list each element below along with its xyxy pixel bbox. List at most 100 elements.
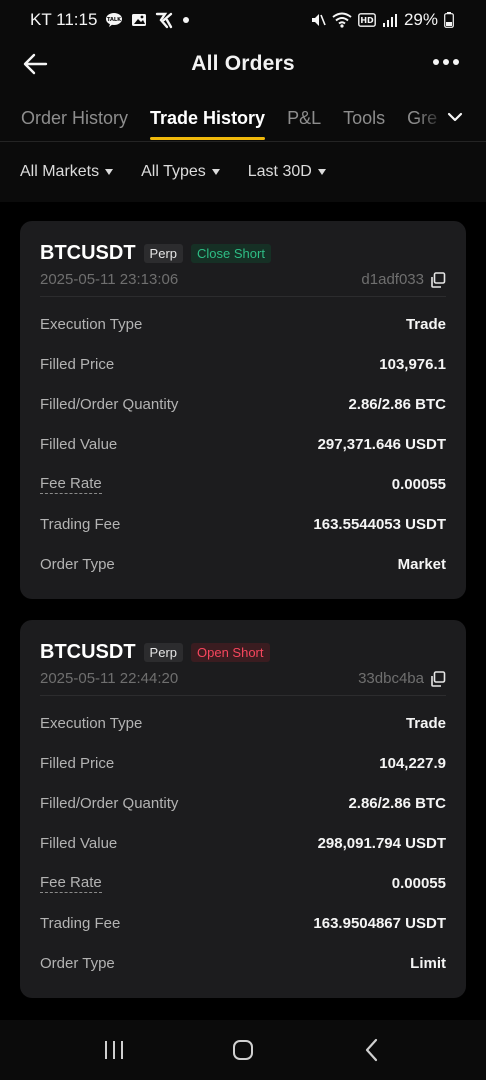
- filter-markets[interactable]: All Markets: [20, 163, 114, 181]
- field-label: Filled Price: [40, 754, 115, 772]
- field-value: 103,976.1: [379, 355, 446, 373]
- recent-apps-icon: [105, 1041, 124, 1059]
- signal-icon: [382, 13, 398, 27]
- app-header: All Orders: [0, 40, 486, 96]
- copy-icon: [431, 271, 446, 288]
- filter-period-label: Last 30D: [247, 163, 312, 180]
- more-notifications-dot: [183, 17, 190, 23]
- field-value: 163.9504867 USDT: [313, 914, 446, 932]
- field-value: Trade: [405, 714, 446, 732]
- svg-text:HD: HD: [360, 16, 374, 25]
- trade-datetime: 2025-05-11 23:13:06: [40, 271, 179, 288]
- arrow-left-icon: [23, 53, 48, 75]
- chevron-down-icon: [447, 112, 463, 122]
- app-notification-icon: [155, 11, 173, 29]
- field-fee-rate: Fee Rate 0.00055: [40, 863, 446, 903]
- field-label: Filled Value: [40, 435, 118, 453]
- field-value: Trade: [405, 315, 446, 333]
- field-value: 0.00055: [391, 475, 446, 493]
- order-id-copy[interactable]: d1adf033: [361, 271, 446, 288]
- field-value: 0.00055: [391, 874, 446, 892]
- field-label: Trading Fee: [40, 515, 121, 533]
- trade-datetime: 2025-05-11 22:44:20: [40, 670, 179, 687]
- side-badge: Close Short: [191, 243, 271, 263]
- svg-text:TALK: TALK: [107, 17, 122, 23]
- caret-down-icon: [105, 169, 114, 175]
- caret-down-icon: [317, 169, 326, 175]
- field-value: 163.5544053 USDT: [313, 515, 446, 533]
- recent-apps-button[interactable]: [94, 1030, 134, 1070]
- field-filled-quantity: Filled/Order Quantity 2.86/2.86 BTC: [40, 783, 446, 823]
- contract-badge: Perp: [143, 243, 184, 263]
- wifi-icon: [332, 12, 352, 28]
- field-value: Limit: [410, 954, 446, 972]
- field-trading-fee: Trading Fee 163.9504867 USDT: [40, 903, 446, 943]
- field-label: Filled Price: [40, 355, 115, 373]
- order-id-copy[interactable]: 33dbc4ba: [358, 670, 446, 687]
- battery-percent: 29%: [403, 10, 438, 29]
- trade-card[interactable]: BTCUSDT Perp Close Short 2025-05-11 23:1…: [20, 221, 466, 599]
- field-value: Market: [397, 555, 446, 573]
- more-dots-icon: [433, 59, 459, 65]
- field-value: 297,371.646 USDT: [317, 435, 446, 453]
- tab-bar: ns Order History Trade History P&L Tools…: [0, 96, 486, 142]
- field-label: Order Type: [40, 555, 115, 573]
- field-label: Filled Value: [40, 834, 118, 852]
- field-filled-value: Filled Value 298,091.794 USDT: [40, 823, 446, 863]
- contract-badge: Perp: [143, 642, 184, 662]
- back-button[interactable]: [22, 50, 50, 78]
- fee-rate-tooltip-link[interactable]: Fee Rate: [40, 874, 102, 893]
- home-button[interactable]: [223, 1030, 263, 1070]
- field-label: Execution Type: [40, 315, 143, 333]
- copy-icon: [431, 670, 446, 687]
- filter-types-label: All Types: [141, 163, 206, 180]
- field-filled-price: Filled Price 103,976.1: [40, 344, 446, 384]
- home-icon: [232, 1040, 253, 1060]
- field-order-type: Order Type Limit: [40, 943, 446, 983]
- status-bar: KT 11:15 TALK HD 29%: [0, 0, 486, 40]
- trade-card[interactable]: BTCUSDT Perp Open Short 2025-05-11 22:44…: [20, 620, 466, 998]
- side-badge: Open Short: [191, 642, 270, 662]
- tab-expand-button[interactable]: [446, 108, 464, 126]
- field-label: Execution Type: [40, 714, 143, 732]
- tab-tools[interactable]: Tools: [343, 96, 385, 140]
- nav-back-icon: [365, 1038, 377, 1062]
- field-trading-fee: Trading Fee 163.5544053 USDT: [40, 504, 446, 544]
- filter-markets-label: All Markets: [20, 163, 100, 180]
- field-value: 2.86/2.86 BTC: [348, 794, 446, 812]
- gallery-notification-icon: [131, 12, 147, 28]
- field-label: Trading Fee: [40, 914, 121, 932]
- more-options-button[interactable]: [432, 52, 460, 76]
- tab-order-history[interactable]: Order History: [21, 96, 128, 140]
- tab-pnl[interactable]: P&L: [287, 96, 321, 140]
- fee-rate-tooltip-link[interactable]: Fee Rate: [40, 475, 102, 494]
- field-label: Order Type: [40, 954, 115, 972]
- filter-bar: All Markets All Types Last 30D: [0, 142, 486, 202]
- talk-notification-icon: TALK: [105, 12, 123, 28]
- filter-period[interactable]: Last 30D: [248, 163, 326, 181]
- field-execution-type: Execution Type Trade: [40, 703, 446, 743]
- field-value: 298,091.794 USDT: [317, 834, 446, 852]
- field-execution-type: Execution Type Trade: [40, 304, 446, 344]
- field-value: 2.86/2.86 BTC: [348, 395, 446, 413]
- field-filled-quantity: Filled/Order Quantity 2.86/2.86 BTC: [40, 384, 446, 424]
- field-order-type: Order Type Market: [40, 544, 446, 584]
- field-fee-rate: Fee Rate 0.00055: [40, 464, 446, 504]
- tab-trade-history[interactable]: Trade History: [150, 96, 266, 140]
- page-title: All Orders: [191, 52, 295, 75]
- order-id: d1adf033: [361, 271, 424, 288]
- field-label: Filled/Order Quantity: [40, 395, 179, 413]
- trade-symbol: BTCUSDT: [40, 640, 136, 663]
- order-id: 33dbc4ba: [358, 670, 424, 687]
- field-label: Filled/Order Quantity: [40, 794, 179, 812]
- hd-voice-icon: HD: [358, 13, 376, 27]
- battery-icon: [444, 12, 454, 28]
- mute-icon: [310, 12, 326, 28]
- field-value: 104,227.9: [379, 754, 446, 772]
- system-nav-bar: [0, 1020, 486, 1080]
- system-back-button[interactable]: [352, 1030, 392, 1070]
- filter-types[interactable]: All Types: [141, 163, 220, 181]
- field-filled-price: Filled Price 104,227.9: [40, 743, 446, 783]
- status-carrier-time: KT 11:15: [30, 10, 98, 29]
- trade-symbol: BTCUSDT: [40, 241, 136, 264]
